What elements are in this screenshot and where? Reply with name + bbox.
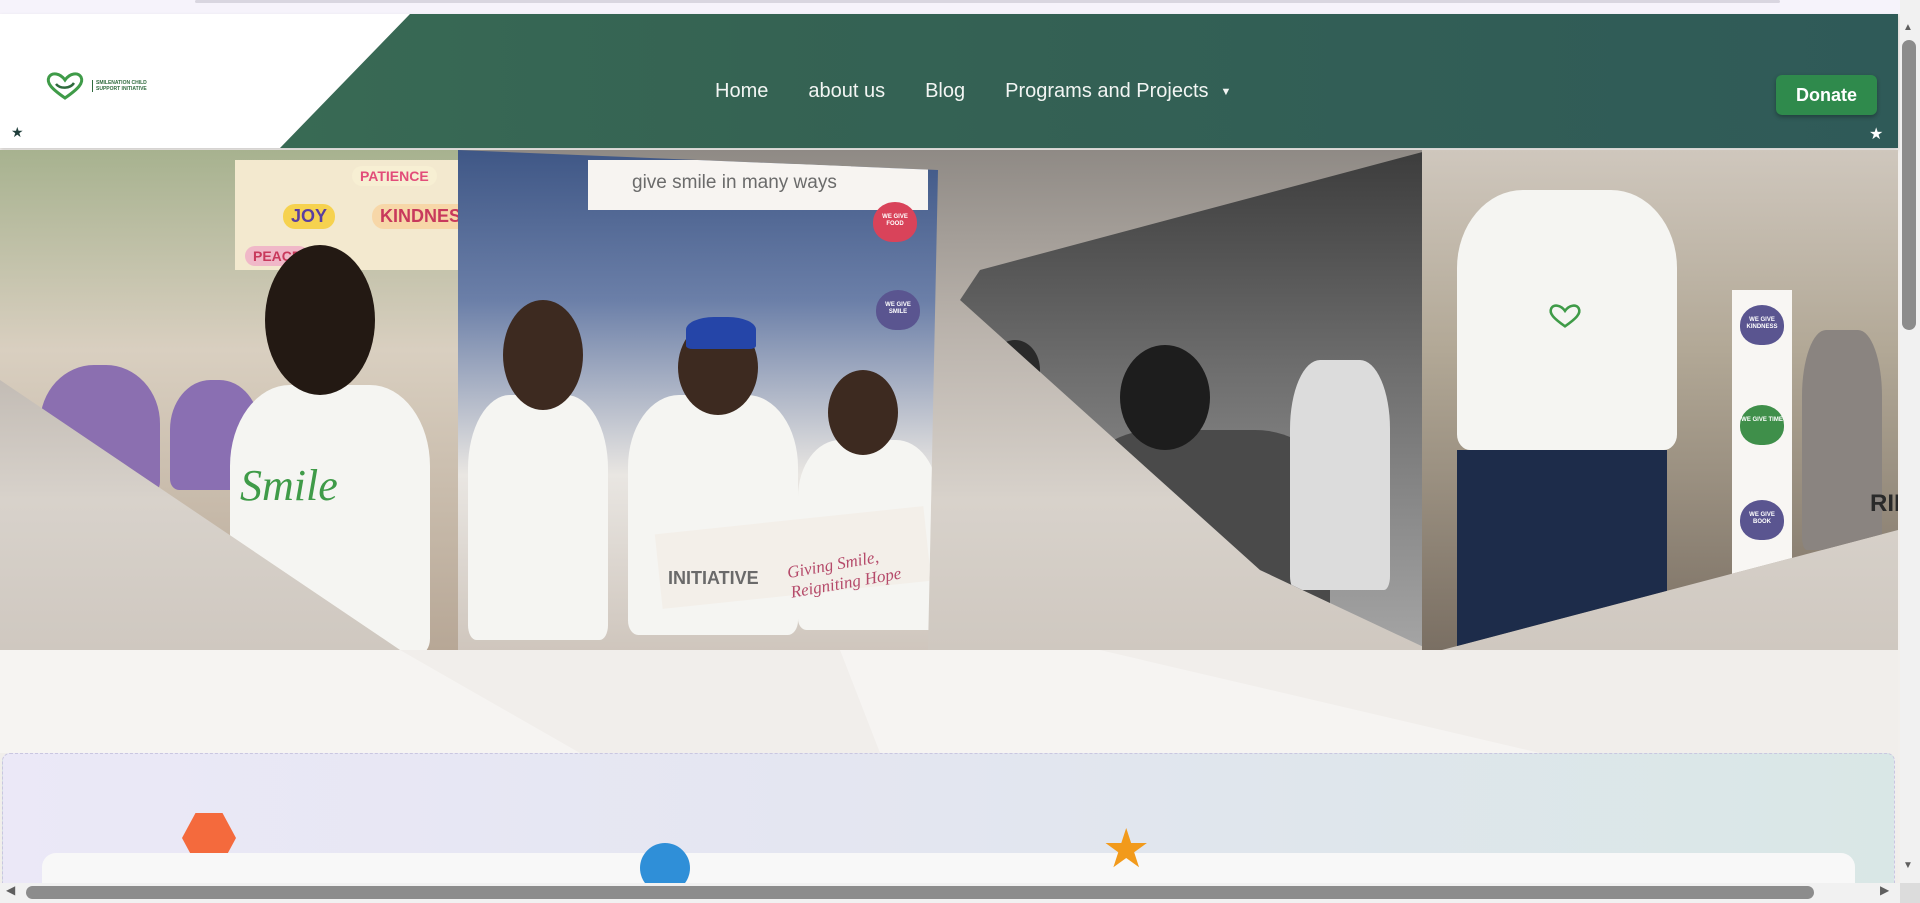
nav-about-us[interactable]: about us [808,80,885,103]
decorative-star-icon: ★ [1869,126,1884,143]
scroll-up-arrow-icon[interactable]: ▲ [1903,22,1913,33]
heart-logo-icon [46,72,84,100]
nav-programs-and-projects[interactable]: Programs and Projects ▼ [1005,80,1231,103]
nav-home[interactable]: Home [715,80,768,103]
heart-badge-icon: WE GIVE TIME [1740,405,1784,445]
heart-badge-icon: WE GIVE SMILE [876,290,920,330]
star-icon: ★ [1102,819,1151,879]
shirt-print: Smile [240,461,338,510]
caret-down-icon: ▼ [1220,85,1232,98]
decorative-star-icon: ★ [11,124,24,140]
hero-collage: PATIENCE JOY KINDNESS PEACE Smile give s… [0,150,1898,650]
volunteer-head [828,370,898,455]
heart-badge-icon: WE GIVE BOOK [1740,500,1784,540]
heart-logo-icon [1549,304,1581,328]
heart-badge-icon: WE GIVE FOOD [873,202,917,242]
scroll-left-arrow-icon[interactable]: ◀ [6,883,15,897]
scrollbar-corner [1900,883,1920,903]
banner-text: INITIATIVE [668,568,759,588]
top-strip-bar [195,0,1780,3]
volunteer-head [503,300,583,410]
volunteer-head [1120,345,1210,450]
vertical-scroll-thumb[interactable] [1902,40,1916,330]
background-sign-text: RID [1870,490,1898,517]
scroll-down-arrow-icon[interactable]: ▼ [1903,860,1913,871]
board-word: PATIENCE [352,166,437,186]
browser-top-strip [0,0,1900,14]
nav-blog[interactable]: Blog [925,80,965,103]
heart-badge-icon: WE GIVE KINDNESS [1740,305,1784,345]
site-header: SMILENATION CHILD SUPPORT INITIATIVE ★ ★… [0,14,1898,148]
blue-cap [686,317,756,349]
horizontal-scroll-thumb[interactable] [26,886,1814,899]
board-word: JOY [283,204,336,229]
donate-button[interactable]: Donate [1776,75,1877,115]
smile-sign-text: give smile in many ways [618,164,851,202]
page: SMILENATION CHILD SUPPORT INITIATIVE ★ ★… [0,0,1920,903]
main-navigation: Home about us Blog Programs and Projects… [715,80,1231,103]
scroll-right-arrow-icon[interactable]: ▶ [1880,883,1889,897]
volunteer-tshirt [468,395,608,640]
background-facet [840,650,1540,753]
background-facet [0,650,580,753]
board-word: KINDNESS [372,204,460,229]
nav-programs-label: Programs and Projects [1005,80,1209,102]
volunteer-tshirt [1290,360,1390,590]
site-logo[interactable]: SMILENATION CHILD SUPPORT INITIATIVE [44,64,154,108]
hero-photo-volunteers: give smile in many ways WE GIVE FOOD WE … [458,150,938,650]
logo-text: SMILENATION CHILD SUPPORT INITIATIVE [92,80,150,92]
volunteer-head [265,245,375,395]
